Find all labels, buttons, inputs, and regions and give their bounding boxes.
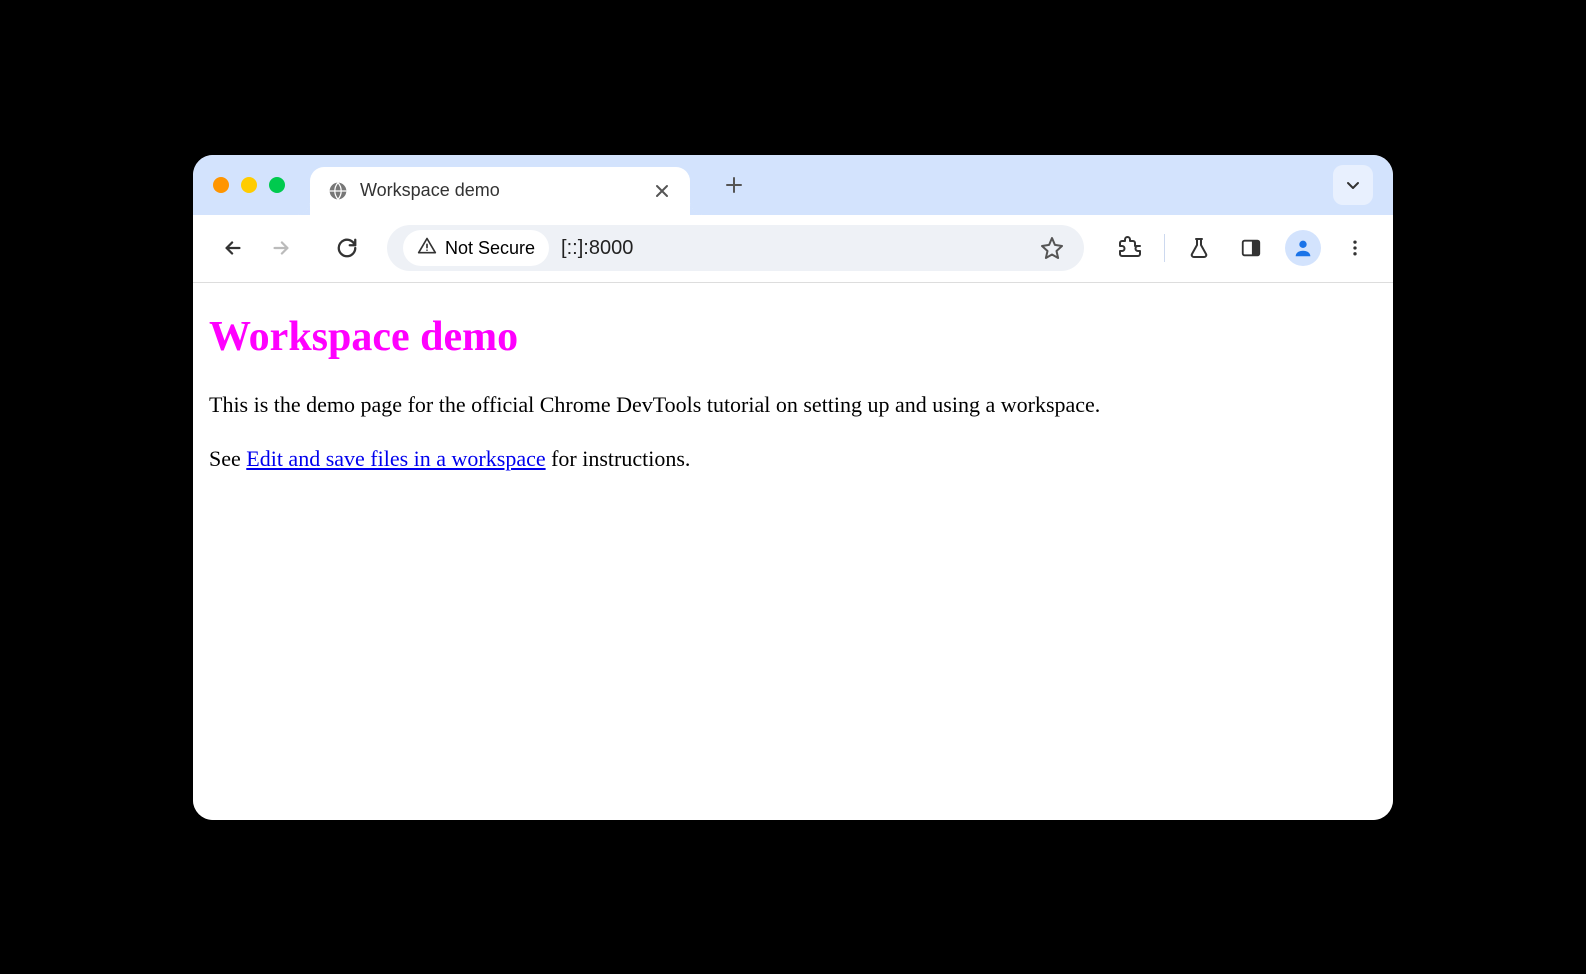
page-paragraph-2: See Edit and save files in a workspace f…	[209, 445, 1377, 474]
toolbar-divider	[1164, 234, 1165, 262]
tab-strip: Workspace demo	[193, 155, 1393, 215]
tab-title: Workspace demo	[360, 180, 640, 201]
sidepanel-button[interactable]	[1233, 230, 1269, 266]
browser-toolbar: Not Secure [::]:8000	[193, 215, 1393, 283]
more-menu-button[interactable]	[1337, 230, 1373, 266]
profile-button[interactable]	[1285, 230, 1321, 266]
minimize-window-button[interactable]	[241, 177, 257, 193]
close-tab-button[interactable]	[652, 181, 672, 201]
tutorial-link[interactable]: Edit and save files in a workspace	[246, 446, 545, 471]
paragraph-text-prefix: See	[209, 446, 246, 471]
close-window-button[interactable]	[213, 177, 229, 193]
bookmark-button[interactable]	[1036, 232, 1068, 264]
paragraph-text-suffix: for instructions.	[546, 446, 691, 471]
window-controls	[213, 177, 285, 193]
tabs-dropdown-button[interactable]	[1333, 165, 1373, 205]
labs-button[interactable]	[1181, 230, 1217, 266]
warning-icon	[417, 236, 437, 261]
reload-button[interactable]	[327, 228, 367, 268]
url-text: [::]:8000	[561, 237, 1024, 260]
toolbar-actions	[1112, 230, 1373, 266]
maximize-window-button[interactable]	[269, 177, 285, 193]
security-label: Not Secure	[445, 238, 535, 259]
globe-icon	[328, 181, 348, 201]
page-paragraph-1: This is the demo page for the official C…	[209, 391, 1377, 420]
page-content: Workspace demo This is the demo page for…	[193, 283, 1393, 820]
address-bar[interactable]: Not Secure [::]:8000	[387, 225, 1084, 271]
browser-window: Workspace demo Not Secure	[193, 155, 1393, 820]
forward-button[interactable]	[261, 228, 301, 268]
extensions-button[interactable]	[1112, 230, 1148, 266]
security-indicator[interactable]: Not Secure	[403, 230, 549, 266]
new-tab-button[interactable]	[718, 169, 750, 201]
browser-tab[interactable]: Workspace demo	[310, 167, 690, 215]
back-button[interactable]	[213, 228, 253, 268]
page-heading: Workspace demo	[209, 313, 1377, 361]
